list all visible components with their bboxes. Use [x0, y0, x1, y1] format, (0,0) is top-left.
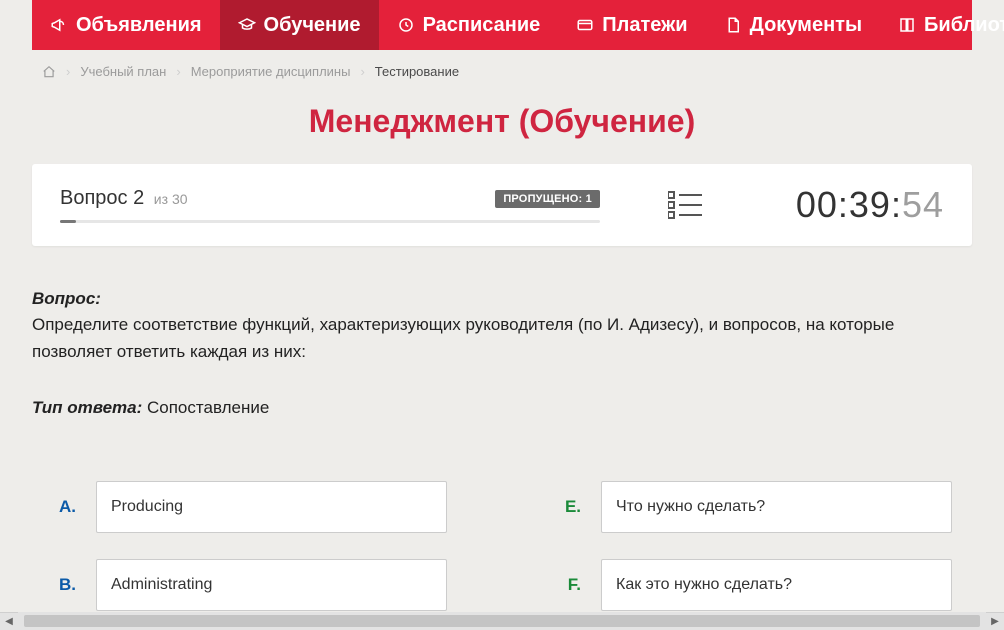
crumb-sep-icon: ›	[360, 64, 364, 79]
main-nav: Объявления Обучение Расписание	[32, 0, 972, 50]
match-item[interactable]: Что нужно сделать?	[601, 481, 952, 533]
crumb-sep-icon: ›	[66, 64, 70, 79]
crumb-plan[interactable]: Учебный план	[80, 64, 166, 79]
home-icon[interactable]	[42, 65, 56, 79]
crumb-event[interactable]: Мероприятие дисциплины	[191, 64, 351, 79]
tab-label: Объявления	[76, 14, 202, 37]
scroll-track[interactable]	[18, 612, 986, 630]
list-icon	[668, 190, 702, 220]
graduation-cap-icon	[238, 16, 256, 34]
q-of: из	[154, 191, 168, 207]
scroll-right-icon[interactable]: ▶	[986, 612, 1004, 630]
answer-type: Тип ответа: Сопоставление	[32, 395, 972, 421]
book-icon	[898, 16, 916, 34]
q-prefix: Вопрос	[60, 187, 128, 209]
match-letter: F.	[557, 575, 581, 595]
megaphone-icon	[50, 16, 68, 34]
match-row: B. Administrating	[52, 559, 447, 611]
progress-fill	[60, 220, 76, 223]
card-icon	[576, 16, 594, 34]
answer-type-value: Сопоставление	[147, 398, 269, 417]
answer-type-label: Тип ответа:	[32, 398, 142, 417]
match-row: E. Что нужно сделать?	[557, 481, 952, 533]
scroll-thumb[interactable]	[24, 615, 980, 627]
match-item[interactable]: Producing	[96, 481, 447, 533]
question-label: Вопрос:	[32, 289, 101, 308]
timer-seconds: 54	[902, 184, 944, 226]
skipped-badge: ПРОПУЩЕНО: 1	[495, 190, 600, 208]
clock-icon	[397, 16, 415, 34]
crumb-current: Тестирование	[375, 64, 459, 79]
tab-label: Расписание	[423, 14, 541, 37]
timer: 00:39:54	[770, 184, 944, 226]
tab-label: Платежи	[602, 14, 687, 37]
page: Объявления Обучение Расписание	[32, 0, 972, 612]
match-letter: A.	[52, 497, 76, 517]
viewport: Объявления Обучение Расписание	[0, 0, 1004, 630]
match-item[interactable]: Как это нужно сделать?	[601, 559, 952, 611]
breadcrumbs: › Учебный план › Мероприятие дисциплины …	[32, 50, 972, 93]
q-total: 30	[172, 191, 188, 207]
tab-schedule[interactable]: Расписание	[379, 0, 559, 50]
horizontal-scrollbar[interactable]: ◀ ▶	[0, 612, 1004, 630]
match-item[interactable]: Administrating	[96, 559, 447, 611]
crumb-sep-icon: ›	[176, 64, 180, 79]
question-text: Определите соответствие функций, характе…	[32, 312, 972, 365]
match-row: F. Как это нужно сделать?	[557, 559, 952, 611]
match-right-column: E. Что нужно сделать? F. Как это нужно с…	[557, 481, 952, 611]
timer-minutes: 00:39:	[796, 184, 902, 226]
match-left-column: A. Producing B. Administrating	[52, 481, 447, 611]
match-letter: B.	[52, 575, 76, 595]
match-letter: E.	[557, 497, 581, 517]
tab-label: Библиотека	[924, 14, 1004, 37]
tab-label: Обучение	[264, 14, 361, 37]
tab-label: Документы	[750, 14, 862, 37]
tab-payments[interactable]: Платежи	[558, 0, 705, 50]
document-icon	[724, 16, 742, 34]
tab-learning[interactable]: Обучение	[220, 0, 379, 50]
page-scroll[interactable]: Объявления Обучение Расписание	[0, 0, 1004, 612]
match-row: A. Producing	[52, 481, 447, 533]
question-status: Вопрос 2 из 30 ПРОПУЩЕНО: 1	[60, 187, 600, 223]
scroll-left-icon[interactable]: ◀	[0, 612, 18, 630]
question-counter: Вопрос 2 из 30	[60, 187, 188, 210]
q-number: 2	[133, 187, 144, 209]
tab-announcements[interactable]: Объявления	[32, 0, 220, 50]
match-area: A. Producing B. Administrating E. Что ну…	[32, 421, 972, 612]
question-list-button[interactable]	[600, 190, 770, 220]
page-title: Менеджмент (Обучение)	[32, 93, 972, 164]
status-card: Вопрос 2 из 30 ПРОПУЩЕНО: 1	[32, 164, 972, 246]
progress-bar	[60, 220, 600, 223]
question-block: Вопрос: Определите соответствие функций,…	[32, 246, 972, 421]
tab-documents[interactable]: Документы	[706, 0, 880, 50]
tab-library[interactable]: Библиотека	[880, 0, 1004, 50]
